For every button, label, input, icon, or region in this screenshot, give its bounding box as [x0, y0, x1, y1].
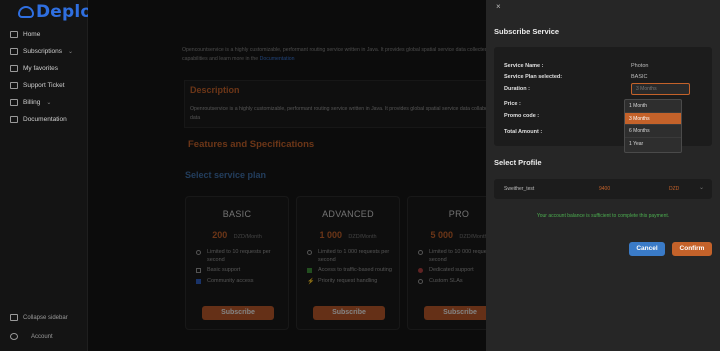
duration-select[interactable]: 3 Months: [631, 83, 690, 95]
radio-icon: [418, 250, 423, 255]
plan-feature-text: Limited to 1 000 requests per second: [318, 249, 390, 263]
plan-price-period: DZD/Month: [459, 234, 488, 240]
subscribe-button[interactable]: Subscribe: [202, 306, 274, 320]
sidebar-item-label: Support Ticket: [23, 82, 65, 89]
plan-features: Limited to 1 000 requests per second Acc…: [307, 249, 397, 288]
plan-label: Service Plan selected:: [504, 74, 563, 80]
promo-code-label: Promo code :: [504, 113, 540, 119]
service-name-value: Photon: [631, 63, 649, 69]
plan-price: 1 000 DZD/Month: [297, 225, 399, 243]
plan-price-amount: 5 000: [430, 230, 453, 240]
drawer-title: Subscribe Service: [494, 27, 560, 36]
collapse-icon: [10, 314, 18, 321]
doc-icon: [10, 116, 18, 123]
sidebar-item-label: Documentation: [23, 116, 67, 123]
layers-icon: [10, 48, 18, 55]
plan-feature-text: Community access: [207, 277, 254, 284]
plan-feature-text: Dedicated support: [429, 267, 474, 273]
plan-price-amount: 1 000: [319, 230, 342, 240]
subscribe-drawer: × Subscribe Service Service Name : Photo…: [486, 0, 720, 351]
sidebar-item-subscriptions[interactable]: Subscriptions ⌄: [0, 43, 88, 60]
select-profile-title: Select Profile: [494, 158, 542, 167]
page: Deploily Home Subscriptions ⌄ My favorit…: [0, 0, 720, 351]
community-icon: [196, 278, 201, 284]
plan-feature-text: Priority request handling: [318, 277, 378, 284]
subscribe-button[interactable]: Subscribe: [313, 306, 385, 320]
plan-price-amount: 200: [212, 230, 228, 240]
plan-price-period: DZD/Month: [348, 234, 377, 240]
profile-select[interactable]: Sweither_test 9400 DZD ⌄: [494, 179, 712, 199]
duration-option[interactable]: 6 Months: [625, 125, 681, 138]
cancel-button[interactable]: Cancel: [629, 242, 665, 256]
sidebar-item-label: My favorites: [23, 65, 59, 72]
heart-icon: [10, 65, 18, 72]
plan-price-period: DZD/Month: [233, 234, 262, 240]
plan-feature-text: Access to traffic-based routing: [318, 267, 392, 273]
sidebar-nav: Home Subscriptions ⌄ My favorites Suppor…: [0, 26, 88, 128]
profile-balance: DZD: [669, 186, 680, 192]
traffic-icon: [307, 268, 312, 273]
plan-feature: Community access: [196, 278, 286, 286]
features-title: Features and Specifications: [188, 139, 315, 150]
confirm-button[interactable]: Confirm: [672, 242, 712, 256]
chevron-down-icon: ⌄: [46, 100, 52, 106]
sidebar-item-label: Home: [23, 31, 41, 38]
plan-feature: ⚡ Priority request handling: [307, 278, 397, 286]
plan-feature: Limited to 10 requests per second: [196, 249, 286, 264]
service-name-label: Service Name :: [504, 63, 544, 69]
balance-status-message: Your account balance is sufficient to co…: [536, 213, 670, 219]
documentation-link[interactable]: Documentation: [260, 56, 295, 62]
duration-dropdown: 1 Month 3 Months 6 Months 1 Year: [624, 99, 682, 153]
plan-feature-text: Basic support: [207, 267, 241, 273]
plan-feature-text: Limited to 10 requests per second: [207, 249, 271, 263]
chevron-down-icon: ⌄: [68, 49, 74, 55]
duration-label: Duration :: [504, 86, 530, 92]
plan-feature: Limited to 1 000 requests per second: [307, 249, 397, 264]
checkbox-icon: [196, 268, 201, 273]
plan-name: BASIC: [222, 209, 252, 219]
plan-name: ADVANCED: [322, 209, 374, 219]
support-icon: [418, 268, 423, 273]
plan-price: 200 DZD/Month: [186, 225, 288, 243]
sidebar-item-home[interactable]: Home: [0, 26, 88, 43]
close-icon[interactable]: ×: [496, 2, 501, 11]
sidebar-item-label: Subscriptions: [23, 48, 63, 55]
sidebar-item-favorites[interactable]: My favorites: [0, 60, 88, 77]
price-label: Price :: [504, 101, 521, 107]
sidebar: Deploily Home Subscriptions ⌄ My favorit…: [0, 0, 115, 351]
radio-icon: [307, 250, 312, 255]
account-icon: [10, 333, 18, 340]
duration-option[interactable]: 1 Year: [625, 138, 681, 151]
chevron-down-icon: ⌄: [699, 185, 705, 191]
account-label: Account: [31, 333, 53, 340]
bolt-icon: ⚡: [307, 278, 315, 285]
sidebar-item-support[interactable]: Support Ticket: [0, 77, 88, 94]
account-button[interactable]: Account: [0, 333, 88, 340]
sla-icon: [418, 278, 423, 284]
description-title: Description: [190, 85, 240, 95]
plan-features: Limited to 10 requests per second Basic …: [196, 249, 286, 288]
ticket-icon: [10, 82, 18, 89]
cloud-logo-icon: [18, 6, 34, 18]
collapse-sidebar-button[interactable]: Collapse sidebar: [0, 314, 88, 321]
collapse-label: Collapse sidebar: [23, 314, 68, 321]
duration-option[interactable]: 1 Month: [625, 100, 681, 113]
sidebar-item-billing[interactable]: Billing ⌄: [0, 94, 88, 111]
select-plan-title: Select service plan: [185, 170, 267, 180]
plan-card-basic[interactable]: BASIC 200 DZD/Month Limited to 10 reques…: [185, 196, 289, 330]
home-icon: [10, 31, 18, 38]
card-icon: [10, 99, 18, 106]
plan-feature: Basic support: [196, 267, 286, 275]
duration-option-selected[interactable]: 3 Months: [625, 112, 681, 125]
plan-value: BASIC: [631, 74, 648, 80]
plan-feature: Access to traffic-based routing: [307, 267, 397, 275]
plan-feature-text: Custom SLAs: [429, 277, 463, 284]
radio-icon: [196, 250, 201, 255]
sidebar-item-label: Billing: [23, 99, 41, 106]
sidebar-item-documentation[interactable]: Documentation: [0, 111, 88, 128]
plan-card-advanced[interactable]: ADVANCED 1 000 DZD/Month Limited to 1 00…: [296, 196, 400, 330]
profile-name: Sweither_test: [504, 186, 535, 192]
profile-amount: 9400: [599, 186, 611, 192]
total-amount-label: Total Amount :: [504, 129, 543, 135]
